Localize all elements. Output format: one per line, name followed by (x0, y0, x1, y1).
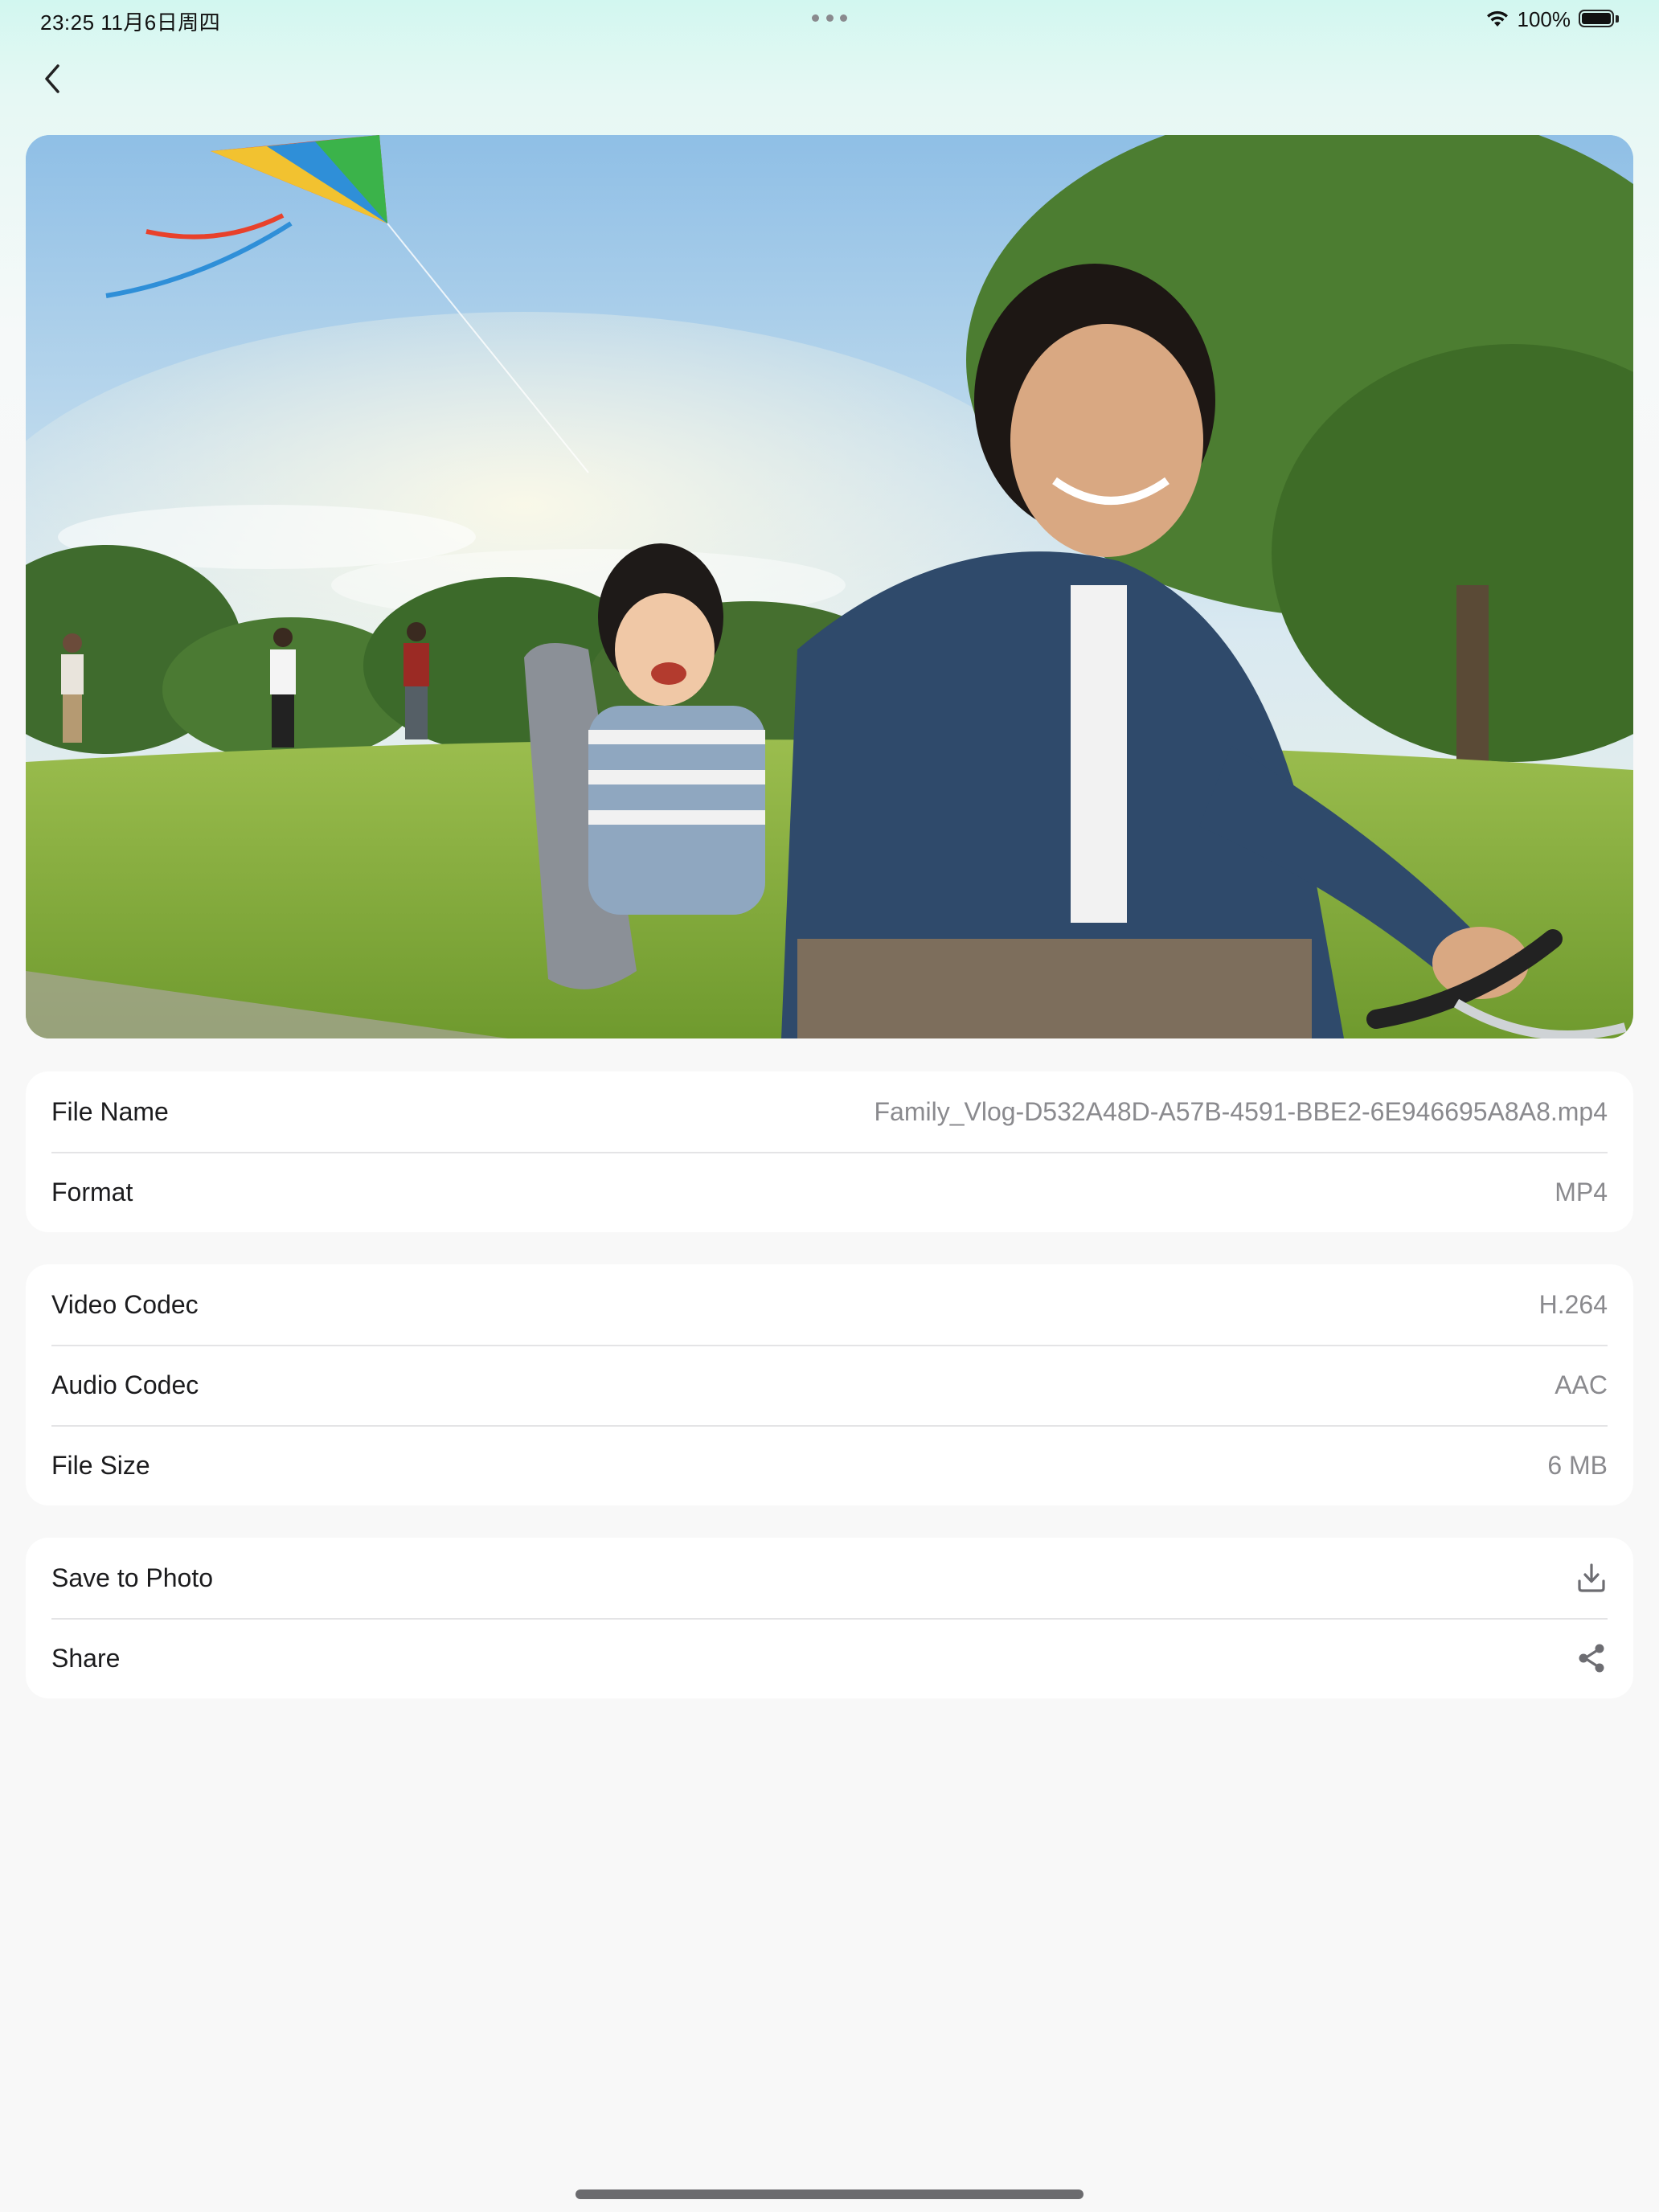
share-button[interactable]: Share (26, 1618, 1633, 1698)
save-to-photo-label: Save to Photo (51, 1563, 214, 1592)
status-indicators: 100% (1485, 5, 1619, 34)
file-name-row: File Name Family_Vlog-D532A48D-A57B-4591… (26, 1071, 1633, 1152)
video-preview[interactable] (26, 135, 1633, 1038)
more-dots-icon[interactable] (812, 14, 847, 23)
battery-icon (1579, 10, 1619, 29)
audio-codec-value: AAC (1555, 1370, 1608, 1399)
video-codec-value: H.264 (1538, 1289, 1608, 1319)
file-size-value: 6 MB (1547, 1450, 1608, 1480)
status-bar: 23:25 11月6日周四 100% (0, 0, 1659, 39)
file-name-label: File Name (51, 1096, 169, 1126)
format-row: Format MP4 (26, 1152, 1633, 1232)
share-label: Share (51, 1643, 121, 1673)
file-name-value: Family_Vlog-D532A48D-A57B-4591-BBE2-6E94… (874, 1096, 1608, 1126)
home-indicator[interactable] (576, 2189, 1083, 2199)
back-button[interactable] (32, 56, 72, 101)
file-size-row: File Size 6 MB (26, 1425, 1633, 1505)
share-icon (1575, 1642, 1608, 1674)
audio-codec-row: Audio Codec AAC (26, 1345, 1633, 1425)
status-time: 23:25 11月6日周四 (40, 10, 221, 35)
download-icon (1575, 1562, 1608, 1594)
wifi-icon (1485, 10, 1509, 29)
codec-info-group: Video Codec H.264 Audio Codec AAC File S… (26, 1264, 1633, 1505)
save-to-photo-button[interactable]: Save to Photo (26, 1538, 1633, 1618)
video-codec-row: Video Codec H.264 (26, 1264, 1633, 1345)
file-info-group: File Name Family_Vlog-D532A48D-A57B-4591… (26, 1071, 1633, 1232)
chevron-left-icon (45, 64, 59, 93)
format-value: MP4 (1555, 1177, 1608, 1206)
format-label: Format (51, 1177, 133, 1206)
actions-group: Save to Photo Share (26, 1538, 1633, 1698)
video-codec-label: Video Codec (51, 1289, 199, 1319)
file-size-label: File Size (51, 1450, 150, 1480)
audio-codec-label: Audio Codec (51, 1370, 199, 1399)
battery-percent: 100% (1517, 6, 1571, 31)
